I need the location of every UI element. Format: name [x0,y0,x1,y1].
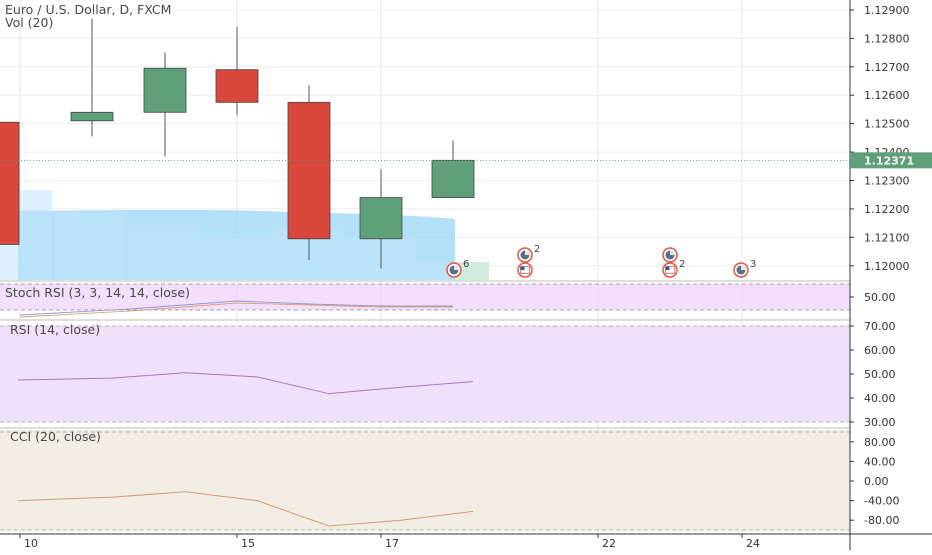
marker-count: 6 [463,259,469,270]
indicator-panes [0,283,850,531]
flag-canton [665,266,670,270]
rsi-tick-label: 70.00 [864,320,896,333]
pie-chart-icon[interactable]: 2 [517,244,540,263]
event-markers-layer[interactable]: 6 2 2 3 [446,244,756,278]
time-tick-label: 17 [385,537,399,550]
volume-bar [55,212,127,280]
stoch-rsi-tick-label: 50.00 [864,291,896,304]
candle[interactable] [215,27,259,116]
volume-bar [344,237,416,280]
volume-bar [128,225,200,280]
candle-body [143,67,187,113]
marker-count: 2 [534,244,540,255]
time-axis-bg [0,534,932,550]
candle-body [0,121,20,245]
rsi-band [0,326,850,422]
volume-label: Vol (20) [5,15,53,30]
rsi-tick-label: 50.00 [864,368,896,381]
cci-tick-label: -40.00 [864,495,899,508]
price-tick-label: 1.12600 [864,89,910,102]
time-tick-label: 15 [241,537,255,550]
cci-label: CCI (20, close) [10,429,101,444]
rsi-label: RSI (14, close) [10,322,100,337]
candle-body [431,159,475,198]
rsi-tick-label: 30.00 [864,416,896,429]
cci-band [0,430,850,530]
candle[interactable] [0,84,20,260]
cci-tick-label: -80.00 [864,514,899,527]
flag-canton [520,266,525,270]
price-tick-label: 1.12800 [864,32,910,45]
volume-layer [0,190,489,280]
marker-count: 3 [750,259,756,270]
rsi-tick-label: 60.00 [864,344,896,357]
price-tick-label: 1.12100 [864,231,910,244]
pie-chart-icon[interactable] [662,247,678,263]
marker-count: 2 [679,259,685,270]
candle[interactable] [287,85,331,261]
price-tick-label: 1.12700 [864,61,910,74]
candle-body [215,69,259,103]
us-flag-icon[interactable] [517,262,533,278]
stoch-rsi-label: Stoch RSI (3, 3, 14, 14, close) [5,285,190,300]
candle[interactable] [70,18,114,137]
last-price-label: 1.12371 [864,154,914,167]
rsi-tick-label: 40.00 [864,392,896,405]
price-tick-label: 1.12000 [864,260,910,273]
price-tick-label: 1.12900 [864,4,910,17]
candle[interactable] [431,140,475,198]
time-tick-label: 22 [602,537,616,550]
cci-tick-label: 40.00 [864,455,896,468]
volume-bar [200,238,272,280]
price-tick-label: 1.12300 [864,175,910,188]
candle-body [70,111,114,122]
cci-tick-label: 0.00 [864,475,889,488]
chart-svg[interactable]: 622 3 1.129001.128001.127001.126001.12500… [0,0,932,550]
candle[interactable] [143,52,187,157]
time-tick-label: 24 [746,537,760,550]
chart-root[interactable]: 6223 1.12900 1.12800 1.12700 1.12600 1.12500… [0,0,932,550]
pie-chart-icon[interactable]: 3 [733,259,756,278]
candle-body [287,101,331,240]
candle-body [359,197,403,240]
price-tick-label: 1.12200 [864,203,910,216]
time-tick-label: 10 [24,537,38,550]
cci-tick-label: 80.00 [864,436,896,449]
price-tick-label: 1.12500 [864,118,910,131]
